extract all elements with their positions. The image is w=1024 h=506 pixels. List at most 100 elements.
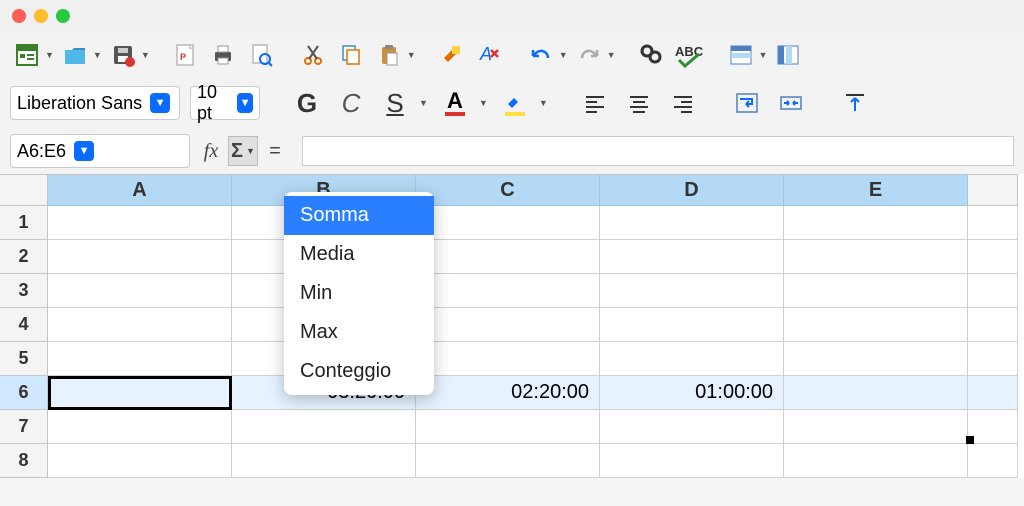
column-header[interactable]: E (784, 174, 968, 206)
cell[interactable] (968, 274, 1018, 308)
row-header[interactable]: 4 (0, 308, 48, 342)
chevron-down-icon[interactable]: ▼ (74, 141, 94, 161)
cell[interactable] (48, 444, 232, 478)
highlight-color-button[interactable] (498, 86, 532, 120)
cell[interactable] (416, 206, 600, 240)
align-right-icon[interactable] (666, 86, 700, 120)
cell[interactable]: 01:00:00 (600, 376, 784, 410)
cell[interactable] (784, 206, 968, 240)
cell[interactable] (784, 274, 968, 308)
dropdown-arrow-icon[interactable]: ▼ (559, 50, 568, 60)
cell[interactable] (416, 410, 600, 444)
formula-equals-button[interactable]: = (260, 136, 290, 166)
font-size-combo[interactable]: 10 pt ▼ (190, 86, 260, 120)
cell[interactable] (784, 444, 968, 478)
dropdown-arrow-icon[interactable]: ▼ (539, 98, 548, 108)
fill-handle[interactable] (966, 436, 974, 444)
cell[interactable] (48, 410, 232, 444)
cell[interactable] (48, 206, 232, 240)
row-header[interactable]: 6 (0, 376, 48, 410)
cell[interactable] (968, 308, 1018, 342)
cell[interactable] (784, 308, 968, 342)
align-left-icon[interactable] (578, 86, 612, 120)
active-cell[interactable] (48, 376, 232, 410)
cell[interactable] (968, 376, 1018, 410)
column-header[interactable] (968, 174, 1018, 206)
merge-cells-icon[interactable] (774, 86, 808, 120)
window-close-button[interactable] (12, 9, 26, 23)
print-preview-icon[interactable] (244, 38, 278, 72)
function-wizard-button[interactable]: fx (196, 136, 226, 166)
chevron-down-icon[interactable]: ▼ (237, 93, 253, 113)
undo-icon[interactable] (524, 38, 558, 72)
cell[interactable] (784, 376, 968, 410)
clear-formatting-icon[interactable]: A (472, 38, 506, 72)
dropdown-arrow-icon[interactable]: ▼ (607, 50, 616, 60)
font-color-button[interactable]: A (438, 86, 472, 120)
cell[interactable] (784, 410, 968, 444)
clone-formatting-icon[interactable] (434, 38, 468, 72)
cell[interactable] (416, 274, 600, 308)
cell[interactable] (968, 240, 1018, 274)
cell[interactable] (600, 410, 784, 444)
chevron-down-icon[interactable]: ▼ (150, 93, 170, 113)
cell[interactable] (600, 308, 784, 342)
wrap-text-icon[interactable] (730, 86, 764, 120)
column-header[interactable]: C (416, 174, 600, 206)
cell[interactable] (784, 342, 968, 376)
cell[interactable] (600, 206, 784, 240)
redo-icon[interactable] (572, 38, 606, 72)
cell[interactable]: 02:20:00 (416, 376, 600, 410)
row-header[interactable]: 8 (0, 444, 48, 478)
cell[interactable] (232, 410, 416, 444)
cell[interactable] (416, 308, 600, 342)
cell[interactable] (600, 444, 784, 478)
column-header[interactable]: A (48, 174, 232, 206)
cell[interactable] (48, 342, 232, 376)
open-icon[interactable] (58, 38, 92, 72)
copy-icon[interactable] (334, 38, 368, 72)
row-header[interactable]: 2 (0, 240, 48, 274)
menu-item-average[interactable]: Media (284, 235, 434, 274)
italic-button[interactable]: C (334, 86, 368, 120)
cell[interactable] (48, 308, 232, 342)
spellcheck-icon[interactable]: ABC (672, 38, 706, 72)
cell[interactable] (784, 240, 968, 274)
new-document-icon[interactable] (10, 38, 44, 72)
cell[interactable] (600, 274, 784, 308)
cell[interactable] (968, 410, 1018, 444)
menu-item-min[interactable]: Min (284, 274, 434, 313)
cell[interactable] (600, 342, 784, 376)
dropdown-arrow-icon[interactable]: ▼ (759, 50, 768, 60)
cell[interactable] (968, 206, 1018, 240)
cell[interactable] (232, 444, 416, 478)
select-all-corner[interactable] (0, 174, 48, 206)
dropdown-arrow-icon[interactable]: ▼ (141, 50, 150, 60)
menu-item-sum[interactable]: Somma (284, 196, 434, 235)
cut-icon[interactable] (296, 38, 330, 72)
dropdown-arrow-icon[interactable]: ▼ (93, 50, 102, 60)
cell[interactable] (416, 444, 600, 478)
font-name-combo[interactable]: Liberation Sans ▼ (10, 86, 180, 120)
save-icon[interactable] (106, 38, 140, 72)
underline-button[interactable]: S (378, 86, 412, 120)
row-icon[interactable] (724, 38, 758, 72)
menu-item-count[interactable]: Conteggio (284, 352, 434, 391)
cell[interactable] (416, 240, 600, 274)
column-header[interactable]: D (600, 174, 784, 206)
cell[interactable] (48, 240, 232, 274)
dropdown-arrow-icon[interactable]: ▼ (407, 50, 416, 60)
print-icon[interactable] (206, 38, 240, 72)
row-header[interactable]: 5 (0, 342, 48, 376)
row-header[interactable]: 3 (0, 274, 48, 308)
cell[interactable] (600, 240, 784, 274)
formula-input[interactable] (302, 136, 1014, 166)
dropdown-arrow-icon[interactable]: ▼ (45, 50, 54, 60)
column-icon[interactable] (771, 38, 805, 72)
align-top-icon[interactable] (838, 86, 872, 120)
pdf-export-icon[interactable]: P (168, 38, 202, 72)
window-minimize-button[interactable] (34, 9, 48, 23)
dropdown-arrow-icon[interactable]: ▼ (479, 98, 488, 108)
name-box[interactable]: A6:E6 ▼ (10, 134, 190, 168)
cell[interactable] (968, 342, 1018, 376)
